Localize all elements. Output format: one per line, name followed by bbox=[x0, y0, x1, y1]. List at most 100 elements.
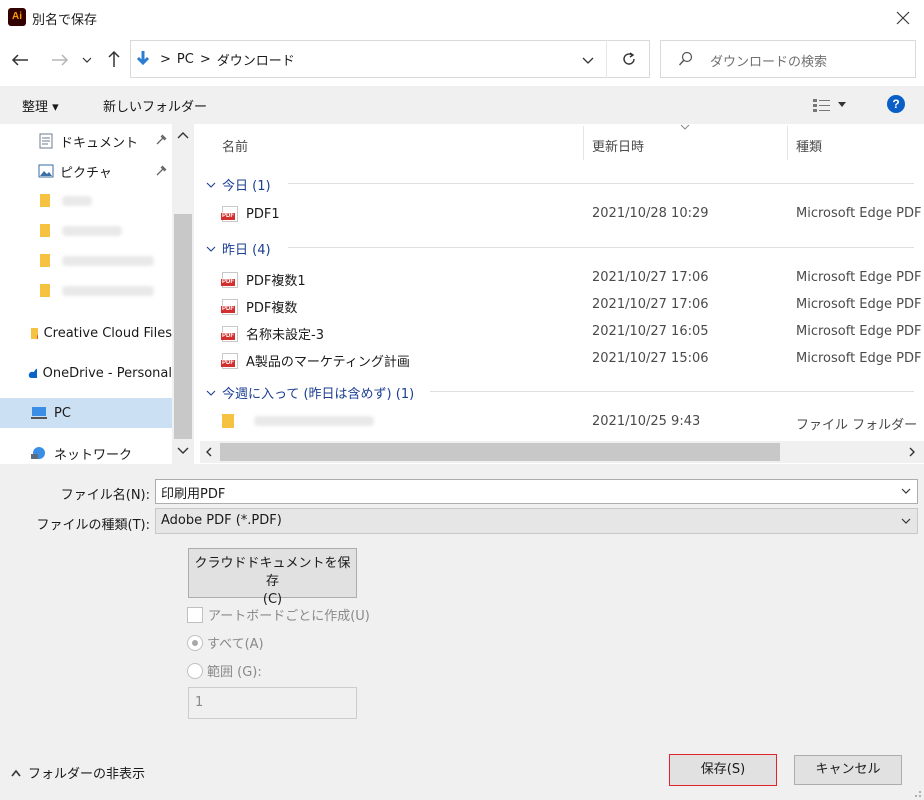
close-button[interactable] bbox=[890, 6, 916, 30]
cancel-button[interactable]: キャンセル bbox=[794, 755, 902, 785]
chevron-down-icon bbox=[206, 390, 216, 396]
illustrator-app-icon: Ai bbox=[8, 8, 26, 26]
file-row[interactable]: PDF PDF複数1 2021/10/27 17:06 Microsoft Ed… bbox=[200, 266, 924, 292]
scroll-down-button[interactable] bbox=[174, 444, 192, 458]
back-arrow-icon bbox=[11, 54, 28, 66]
nav-item-pictures[interactable]: ピクチャ bbox=[38, 158, 173, 184]
blurred-folder-name bbox=[62, 196, 92, 206]
blurred-folder-name bbox=[62, 256, 154, 266]
save-cloud-document-button[interactable]: クラウドドキュメントを保存 (C) bbox=[188, 548, 357, 607]
artboard-checkbox[interactable] bbox=[187, 606, 203, 623]
breadcrumb: > PC > ダウンロード bbox=[160, 50, 295, 69]
file-date: 2021/10/27 17:06 bbox=[592, 297, 709, 312]
file-name: PDF1 bbox=[246, 206, 280, 222]
file-row[interactable]: PDF A製品のマーケティング計画 2021/10/27 15:06 Micro… bbox=[200, 347, 924, 373]
file-name: PDF複数1 bbox=[246, 274, 306, 289]
nav-item-label: ドキュメント bbox=[60, 135, 139, 151]
nav-item-label: OneDrive - Personal bbox=[42, 365, 172, 381]
chevron-down-icon[interactable] bbox=[900, 516, 912, 526]
view-options-button[interactable] bbox=[812, 94, 854, 116]
nav-item-documents[interactable]: ドキュメント bbox=[38, 128, 173, 154]
column-divider[interactable] bbox=[583, 126, 584, 160]
close-icon bbox=[896, 11, 910, 25]
folder-icon bbox=[40, 194, 50, 207]
range-input[interactable]: 1 bbox=[188, 687, 357, 719]
help-button[interactable]: ? bbox=[887, 95, 905, 113]
scroll-left-button[interactable] bbox=[203, 445, 215, 459]
back-button[interactable] bbox=[10, 50, 30, 70]
radio-all[interactable] bbox=[187, 634, 203, 651]
radio-all-label: すべて(A) bbox=[207, 637, 264, 652]
artboard-label: アートボードごとに作成(U) bbox=[208, 609, 370, 624]
group-header-yesterday[interactable]: 昨日 (4) bbox=[206, 239, 271, 258]
breadcrumb-downloads[interactable]: ダウンロード bbox=[217, 50, 295, 69]
forward-button[interactable] bbox=[50, 50, 70, 70]
chevron-down-icon bbox=[206, 182, 216, 188]
refresh-button[interactable] bbox=[606, 40, 650, 78]
radio-range[interactable] bbox=[187, 662, 203, 679]
scroll-right-button[interactable] bbox=[906, 445, 918, 459]
pdf-file-icon: PDF bbox=[221, 352, 238, 369]
nav-item-creative-cloud[interactable]: Creative Cloud Files bbox=[30, 320, 172, 346]
pdf-file-icon: PDF bbox=[221, 325, 238, 342]
blurred-folder-name bbox=[62, 286, 154, 296]
cloud-button-label: クラウドドキュメントを保存 bbox=[194, 556, 351, 589]
file-row[interactable]: PDF PDF1 2021/10/28 10:29 Microsoft Edge… bbox=[200, 202, 924, 228]
details-view-icon bbox=[813, 99, 830, 112]
group-header-this-week[interactable]: 今週に入って (昨日は含めず) (1) bbox=[206, 383, 414, 402]
group-header-today[interactable]: 今日 (1) bbox=[206, 175, 271, 194]
breadcrumb-pc[interactable]: PC bbox=[177, 52, 194, 67]
address-history-button[interactable] bbox=[576, 48, 600, 72]
nav-item-label: Creative Cloud Files bbox=[43, 325, 172, 341]
chevron-down-icon bbox=[177, 447, 189, 454]
pin-icon bbox=[156, 133, 168, 145]
filename-label: ファイル名(N): bbox=[60, 488, 150, 503]
file-row[interactable]: PDF 名称未設定-3 2021/10/27 16:05 Microsoft E… bbox=[200, 320, 924, 346]
column-header-name[interactable]: 名前 bbox=[222, 136, 248, 155]
pc-icon bbox=[31, 407, 47, 419]
file-type: Microsoft Edge PDF bbox=[796, 324, 922, 339]
range-all-option[interactable]: すべて(A) bbox=[187, 633, 264, 652]
nav-item-pc[interactable]: PC bbox=[30, 400, 170, 426]
recent-locations-button[interactable] bbox=[80, 50, 94, 70]
file-date: 2021/10/25 9:43 bbox=[592, 414, 701, 429]
chevron-down-icon bbox=[82, 57, 92, 63]
resize-grip-icon[interactable] bbox=[910, 786, 922, 798]
file-name: PDF複数 bbox=[246, 301, 298, 316]
file-name-cell: PDF PDF複数 bbox=[221, 297, 298, 316]
column-divider[interactable] bbox=[787, 126, 788, 160]
artboard-option[interactable]: アートボードごとに作成(U) bbox=[187, 605, 370, 624]
column-header-type[interactable]: 種類 bbox=[796, 136, 822, 155]
file-name-cell: PDF PDF1 bbox=[221, 206, 280, 222]
horizontal-scrollbar-thumb[interactable] bbox=[220, 443, 780, 461]
filename-input[interactable]: 印刷用PDF bbox=[155, 479, 918, 504]
blurred-folder-name bbox=[254, 416, 374, 426]
nav-item-onedrive[interactable]: OneDrive - Personal bbox=[28, 360, 172, 386]
file-row[interactable]: 2021/10/25 9:43 ファイル フォルダー bbox=[200, 410, 924, 436]
hide-folders-label: フォルダーの非表示 bbox=[28, 767, 146, 782]
file-name: A製品のマーケティング計画 bbox=[246, 355, 410, 370]
save-button[interactable]: 保存(S) bbox=[669, 754, 777, 786]
chevron-down-icon[interactable] bbox=[900, 486, 912, 496]
search-input[interactable]: ダウンロードの検索 bbox=[710, 51, 827, 70]
hide-folders-toggle[interactable]: フォルダーの非表示 bbox=[10, 763, 145, 782]
filetype-label: ファイルの種類(T): bbox=[36, 518, 150, 533]
window-title: 別名で保存 bbox=[32, 13, 98, 28]
up-button[interactable] bbox=[104, 49, 124, 69]
range-custom-option[interactable]: 範囲 (G): bbox=[187, 661, 262, 680]
file-row[interactable]: PDF PDF複数 2021/10/27 17:06 Microsoft Edg… bbox=[200, 293, 924, 319]
filetype-select[interactable]: Adobe PDF (*.PDF) bbox=[155, 508, 918, 534]
file-type: Microsoft Edge PDF bbox=[796, 297, 922, 312]
new-folder-button[interactable]: 新しいフォルダー bbox=[103, 96, 207, 115]
nav-item-network[interactable]: ネットワーク bbox=[30, 440, 170, 466]
file-date: 2021/10/27 15:06 bbox=[592, 351, 709, 366]
pdf-file-icon: PDF bbox=[221, 271, 238, 288]
breadcrumb-separator: > bbox=[199, 52, 211, 67]
refresh-icon bbox=[622, 52, 635, 65]
scroll-up-button[interactable] bbox=[174, 128, 192, 142]
column-header-date[interactable]: 更新日時 bbox=[592, 136, 644, 155]
pdf-file-icon: PDF bbox=[221, 206, 238, 222]
nav-scrollbar-thumb[interactable] bbox=[174, 214, 192, 439]
organize-menu[interactable]: 整理 ▾ bbox=[22, 96, 59, 115]
file-name-cell: PDF A製品のマーケティング計画 bbox=[221, 351, 410, 370]
